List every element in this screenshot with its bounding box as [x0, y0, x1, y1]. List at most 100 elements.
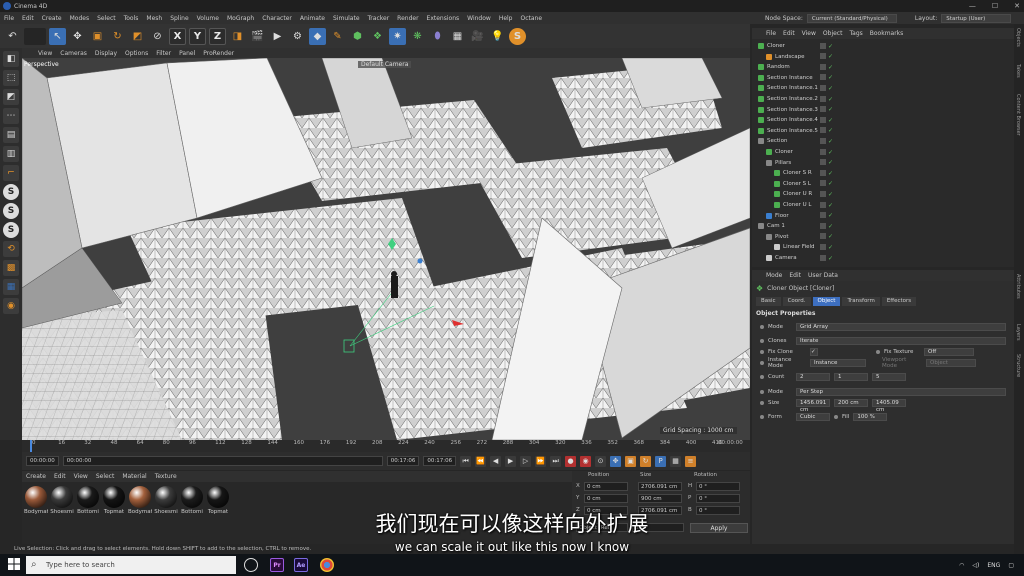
matrix-icon[interactable]: ❋ — [409, 28, 426, 45]
render-settings-icon[interactable]: ⚙ — [289, 28, 306, 45]
material-menu-material[interactable]: Material — [122, 473, 146, 480]
menu-tools[interactable]: Tools — [124, 15, 139, 22]
menu-edit[interactable]: Edit — [22, 15, 34, 22]
model-mode-icon[interactable]: ⬚ — [3, 70, 19, 86]
object-row[interactable]: Floor ✓ — [752, 211, 1010, 221]
make-editable-icon[interactable]: ◧ — [3, 51, 19, 67]
fix-texture-dropdown[interactable]: Off — [924, 348, 974, 356]
coord-position-field[interactable]: 0 cm — [584, 494, 628, 503]
menu-mograph[interactable]: MoGraph — [227, 15, 254, 22]
coord-size-field[interactable]: 900 cm — [638, 494, 682, 503]
cortana-icon[interactable] — [244, 558, 258, 572]
count-anim-dot[interactable] — [760, 375, 764, 379]
layer-flag[interactable] — [820, 116, 826, 123]
object-menu-edit[interactable]: Edit — [783, 30, 795, 37]
menu-window[interactable]: Window — [467, 15, 491, 22]
enabled-check-icon[interactable]: ✓ — [828, 202, 833, 209]
viewport-menu-options[interactable]: Options — [125, 50, 148, 57]
menu-extensions[interactable]: Extensions — [427, 15, 460, 22]
layout-dropdown[interactable]: Startup (User) — [941, 13, 1012, 23]
material-menu-texture[interactable]: Texture — [155, 473, 177, 480]
size-x-field[interactable]: 1456.091 cm — [796, 399, 830, 413]
redo-icon[interactable] — [24, 27, 46, 45]
menu-simulate[interactable]: Simulate — [333, 15, 360, 22]
last-used-tool-icon[interactable]: ⊘ — [149, 28, 166, 45]
tab-coord[interactable]: Coord. — [782, 297, 811, 306]
previous-frame-icon[interactable]: ◀ — [490, 455, 502, 467]
enabled-check-icon[interactable]: ✓ — [828, 233, 833, 240]
enabled-check-icon[interactable]: ✓ — [828, 127, 833, 134]
fill-field[interactable]: 100 % — [853, 413, 888, 421]
volume-icon[interactable]: ◁) — [972, 562, 979, 569]
layer-flag[interactable] — [820, 148, 826, 155]
pen-spline-icon[interactable]: ✎ — [329, 28, 346, 45]
render-view-icon[interactable]: 🎬 — [249, 28, 266, 45]
scene-floor-icon[interactable]: ▦ — [449, 28, 466, 45]
menu-file[interactable]: File — [4, 15, 14, 22]
texture-mode-icon[interactable]: ◩ — [3, 89, 19, 105]
layer-flag[interactable] — [820, 106, 826, 113]
layer-flag[interactable] — [820, 201, 826, 208]
instance-mode-dropdown[interactable]: Instance — [810, 359, 866, 367]
menu-create[interactable]: Create — [42, 15, 62, 22]
side-tab-layers[interactable]: Layers — [1015, 324, 1021, 341]
rotate-icon[interactable]: ↻ — [109, 28, 126, 45]
side-tab-structure[interactable]: Structure — [1015, 354, 1021, 377]
network-icon[interactable]: ◠ — [959, 562, 964, 569]
next-frame-icon[interactable]: ▷ — [520, 455, 532, 467]
scale-icon[interactable]: ▣ — [89, 28, 106, 45]
light-icon[interactable]: 💡 — [489, 28, 506, 45]
viewport-camera-label[interactable]: Default Camera — [358, 61, 412, 68]
node-space-dropdown[interactable]: Current (Standard/Physical) — [806, 13, 897, 23]
previous-key-icon[interactable]: ⏪ — [475, 455, 487, 467]
material-menu-edit[interactable]: Edit — [54, 473, 66, 480]
after-effects-icon[interactable]: Ae — [294, 558, 308, 572]
coordinate-system-icon[interactable]: ◨ — [229, 28, 246, 45]
sculpt-icon[interactable]: ◉ — [3, 298, 19, 314]
fix-clone-anim-dot[interactable] — [760, 350, 764, 354]
end-time-field-a[interactable]: 00:17:06 — [386, 456, 420, 466]
attribute-menu-mode[interactable]: Mode — [766, 272, 782, 279]
menu-modes[interactable]: Modes — [70, 15, 89, 22]
menu-render[interactable]: Render — [397, 15, 418, 22]
chrome-icon[interactable] — [320, 558, 334, 572]
deformer-icon[interactable]: ⬮ — [429, 28, 446, 45]
minimize-button[interactable]: — — [969, 2, 976, 10]
object-row[interactable]: Section Instance.5 ✓ — [752, 126, 1010, 136]
object-menu-file[interactable]: File — [766, 30, 776, 37]
enabled-check-icon[interactable]: ✓ — [828, 85, 833, 92]
enabled-check-icon[interactable]: ✓ — [828, 170, 833, 177]
viewport-menu-panel[interactable]: Panel — [179, 50, 195, 57]
snap-icon-2[interactable]: S — [3, 203, 19, 219]
layer-flag[interactable] — [820, 212, 826, 219]
layer-flag[interactable] — [820, 233, 826, 240]
enabled-check-icon[interactable]: ✓ — [828, 223, 833, 230]
cloner-icon[interactable]: ❖ — [369, 28, 386, 45]
cube-icon[interactable]: ◆ — [309, 27, 326, 45]
enabled-check-icon[interactable]: ✓ — [828, 138, 833, 145]
subdivision-icon[interactable]: ⬢ — [349, 28, 366, 45]
object-row[interactable]: Section Instance.1 ✓ — [752, 83, 1010, 93]
form-anim-dot[interactable] — [760, 415, 764, 419]
current-time-field[interactable]: 00:00:00 — [26, 456, 59, 466]
object-menu-object[interactable]: Object — [823, 30, 843, 37]
object-row[interactable]: Cloner U L ✓ — [752, 200, 1010, 210]
size-anim-dot[interactable] — [760, 401, 764, 405]
snap-icon-3[interactable]: S — [3, 222, 19, 238]
go-to-start-icon[interactable]: ⏮ — [460, 455, 472, 467]
object-row[interactable]: Pillars ✓ — [752, 158, 1010, 168]
points-mode-icon[interactable]: ⋯ — [3, 108, 19, 124]
tab-transform[interactable]: Transform — [842, 297, 880, 306]
record-icon[interactable]: ● — [565, 455, 577, 467]
playhead[interactable] — [30, 440, 32, 452]
count-y-field[interactable]: 1 — [834, 373, 868, 381]
count-x-field[interactable]: 2 — [796, 373, 830, 381]
enabled-check-icon[interactable]: ✓ — [828, 180, 833, 187]
size-z-field[interactable]: 1405.09 cm — [872, 399, 906, 413]
material-menu-create[interactable]: Create — [26, 473, 46, 480]
layer-flag[interactable] — [820, 53, 826, 60]
end-time-field-b[interactable]: 00:17:06 — [423, 456, 457, 466]
auto-key-icon[interactable]: ◉ — [580, 455, 592, 467]
mode-anim-dot[interactable] — [760, 325, 764, 329]
parameter-key-icon[interactable]: P — [655, 455, 667, 467]
